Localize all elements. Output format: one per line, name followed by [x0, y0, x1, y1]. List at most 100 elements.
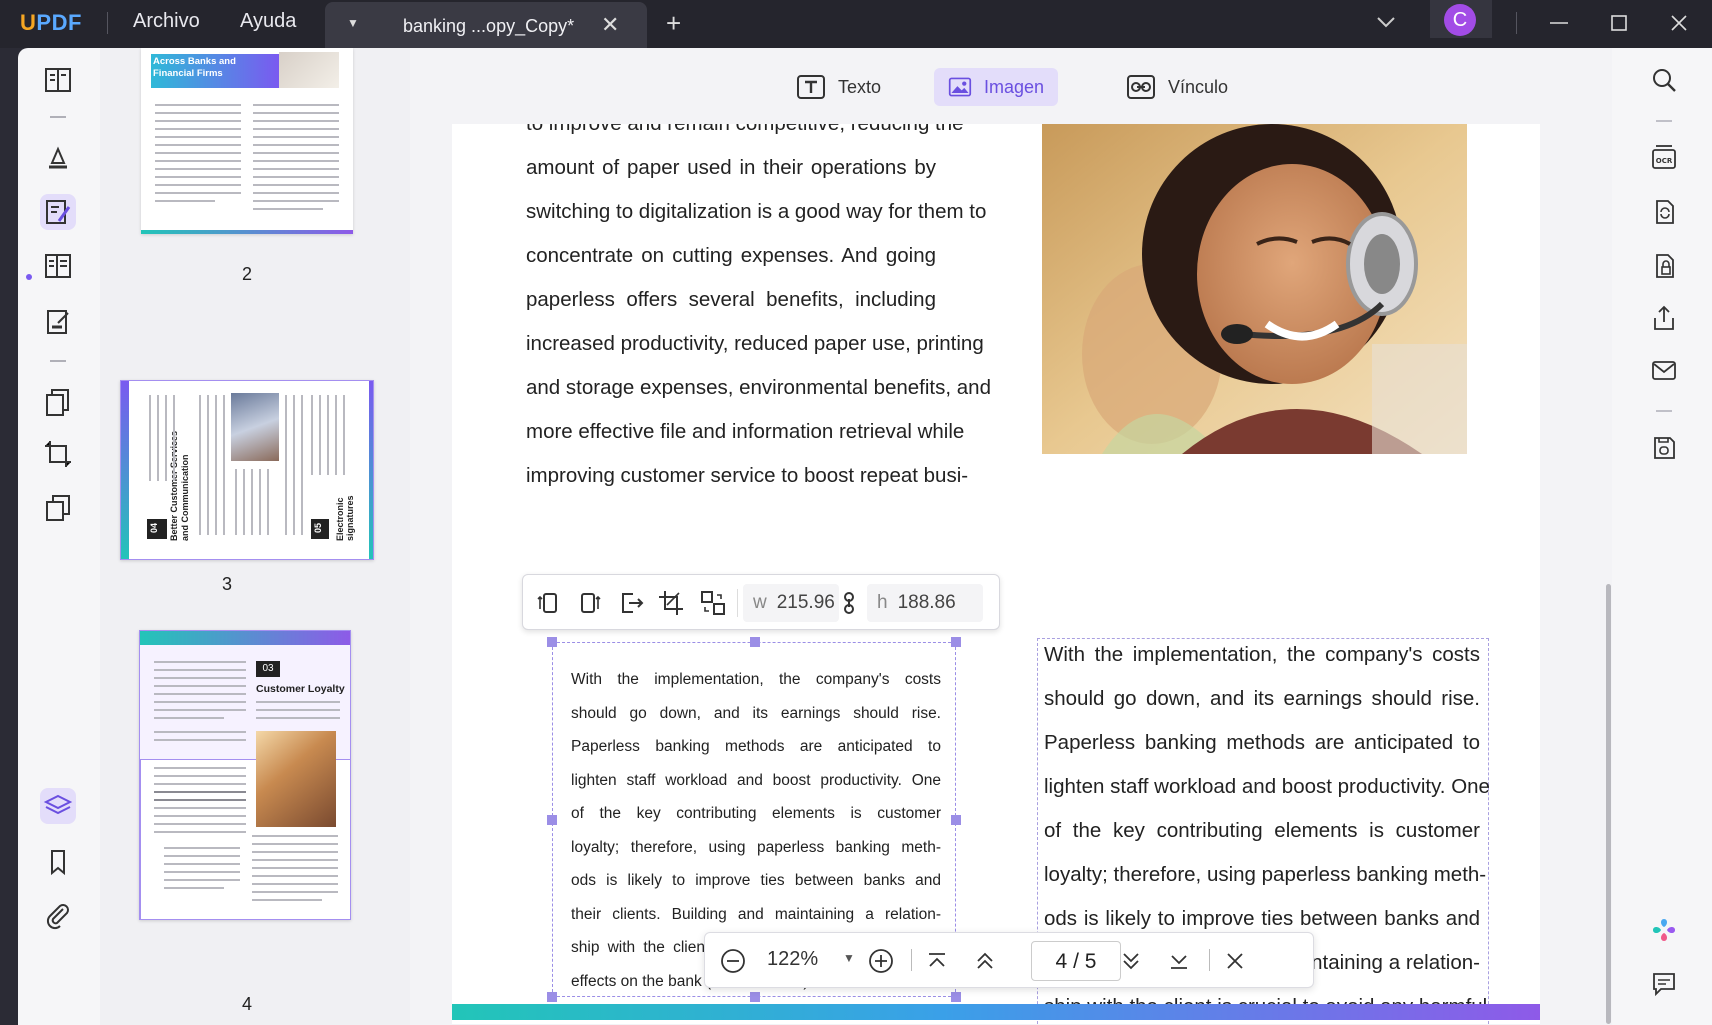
image-icon — [948, 77, 972, 97]
rotate-right-icon[interactable] — [575, 589, 603, 617]
image-edit-toolbar: w 215.96 h 188.86 — [522, 574, 1000, 630]
comment-highlighter-icon[interactable] — [40, 140, 76, 176]
minimize-icon[interactable] — [1544, 8, 1574, 38]
thumb-image — [279, 52, 339, 88]
document-tab[interactable]: ▼ banking ...opy_Copy* ✕ — [325, 2, 647, 48]
ai-assistant-icon[interactable] — [1650, 916, 1678, 944]
replace-image-icon[interactable] — [699, 589, 727, 617]
chevron-down-icon[interactable] — [1374, 10, 1398, 34]
menu-help[interactable]: Ayuda — [240, 10, 296, 33]
account-area[interactable]: C — [1430, 0, 1492, 38]
menu-file[interactable]: Archivo — [133, 10, 200, 33]
crop-pages-icon[interactable] — [40, 436, 76, 472]
attachment-icon[interactable] — [40, 898, 76, 934]
resize-handle[interactable] — [547, 815, 557, 825]
thumb-section-num: 05 — [313, 522, 324, 534]
svg-text:OCR: OCR — [1656, 157, 1673, 165]
resize-handle[interactable] — [951, 815, 961, 825]
search-icon[interactable] — [1650, 66, 1678, 94]
reader-mode-icon[interactable] — [40, 62, 76, 98]
thumb-section-num: 03 — [256, 661, 280, 677]
tab-dropdown-icon[interactable]: ▼ — [347, 16, 359, 30]
close-window-icon[interactable] — [1664, 8, 1694, 38]
share-icon[interactable] — [1650, 304, 1678, 332]
layers-icon[interactable] — [40, 788, 76, 824]
page-layout-icon[interactable] — [40, 248, 76, 284]
edit-pdf-icon[interactable] — [40, 194, 76, 230]
width-field[interactable]: w 215.96 — [743, 584, 839, 622]
extract-image-icon[interactable] — [617, 589, 645, 617]
edit-link-button[interactable]: Vínculo — [1112, 68, 1242, 106]
thumb-image — [231, 393, 279, 461]
tab-close-icon[interactable]: ✕ — [601, 12, 619, 38]
resize-handle[interactable] — [547, 992, 557, 1002]
edit-mode-toolbar: Texto Imagen Vínculo — [410, 48, 1612, 124]
thumbnail-page-3[interactable]: 04 Better Customer Services and Communic… — [120, 380, 374, 560]
page-footer-gradient — [452, 1004, 1540, 1020]
resize-handle[interactable] — [750, 637, 760, 647]
tab-title: banking ...opy_Copy* — [403, 16, 575, 36]
left-column-text[interactable]: to improve and remain competitive, reduc… — [526, 124, 991, 498]
active-indicator — [26, 274, 32, 280]
thumbnail-number: 4 — [241, 994, 252, 1014]
scrollbar-thumb[interactable] — [1606, 584, 1611, 1024]
thumbnail-page-2[interactable]: Across Banks and Financial Firms — [141, 48, 353, 234]
fill-sign-icon[interactable] — [40, 304, 76, 340]
comments-icon[interactable] — [1650, 970, 1678, 998]
email-icon[interactable] — [1650, 356, 1678, 384]
zoom-navigation-bar: 122% ▼ 4 / 5 — [704, 932, 1314, 988]
organize-pages-icon[interactable] — [40, 384, 76, 420]
resize-handle[interactable] — [951, 992, 961, 1002]
ocr-icon[interactable]: OCR — [1650, 144, 1678, 172]
edit-image-label: Imagen — [983, 76, 1044, 97]
rotate-left-icon[interactable] — [535, 589, 563, 617]
convert-icon[interactable] — [1650, 198, 1678, 226]
zoom-in-icon[interactable] — [867, 947, 895, 975]
resize-handle[interactable] — [547, 637, 557, 647]
avatar[interactable]: C — [1444, 4, 1476, 36]
protect-icon[interactable] — [1650, 252, 1678, 280]
close-icon[interactable] — [1221, 947, 1249, 975]
save-icon[interactable] — [1650, 434, 1678, 462]
zoom-out-icon[interactable] — [719, 947, 747, 975]
height-field[interactable]: h 188.86 — [867, 584, 983, 622]
pdf-page: to improve and remain competitive, reduc… — [452, 124, 1540, 1024]
edit-text-button[interactable]: Texto — [782, 68, 895, 106]
resize-handle[interactable] — [951, 637, 961, 647]
maximize-icon[interactable] — [1604, 8, 1634, 38]
link-icon — [1127, 75, 1155, 99]
edit-image-button[interactable]: Imagen — [934, 68, 1058, 106]
thumb-section: Customer Loyalty — [256, 683, 345, 695]
convert-copy-icon[interactable] — [40, 490, 76, 526]
zoom-dropdown-icon[interactable]: ▼ — [843, 951, 855, 965]
previous-page-icon[interactable] — [971, 947, 999, 975]
document-viewer: Texto Imagen Vínculo to improve and rema… — [410, 48, 1612, 1025]
lock-aspect-ratio-icon[interactable] — [835, 589, 863, 617]
title-bar: UPDF Archivo Ayuda ▼ banking ...opy_Copy… — [0, 0, 1712, 48]
vertical-scrollbar[interactable] — [1604, 124, 1612, 1024]
page-number-field[interactable]: 4 / 5 — [1031, 941, 1121, 981]
left-tool-rail — [18, 48, 100, 1025]
right-tool-rail: OCR — [1612, 48, 1712, 1025]
thumbnail-page-4[interactable]: 03 Customer Loyalty — [139, 630, 351, 920]
last-page-icon[interactable] — [1165, 947, 1193, 975]
rail-separator — [50, 116, 66, 118]
title-separator — [1516, 12, 1517, 34]
thumbnail-panel: Across Banks and Financial Firms 2 04 Be… — [100, 48, 410, 1025]
zoom-value[interactable]: 122% — [767, 948, 818, 971]
text-box-icon — [797, 75, 825, 99]
next-page-icon[interactable] — [1117, 947, 1145, 975]
crop-icon[interactable] — [657, 589, 685, 617]
thumbnail-number: 3 — [221, 574, 232, 594]
first-page-icon[interactable] — [923, 947, 951, 975]
new-tab-button[interactable]: + — [666, 8, 681, 39]
thumb-section: Electronic signatures — [335, 495, 355, 541]
edit-link-label: Vínculo — [1168, 76, 1229, 97]
thumb-heading: Across Banks and Financial Firms — [153, 56, 236, 79]
title-separator — [107, 12, 108, 34]
thumbnail-number: 2 — [241, 264, 252, 284]
bookmark-icon[interactable] — [40, 844, 76, 880]
customer-service-photo[interactable] — [1042, 124, 1467, 454]
thumb-image — [256, 731, 336, 827]
updf-logo[interactable]: UPDF — [20, 10, 82, 36]
